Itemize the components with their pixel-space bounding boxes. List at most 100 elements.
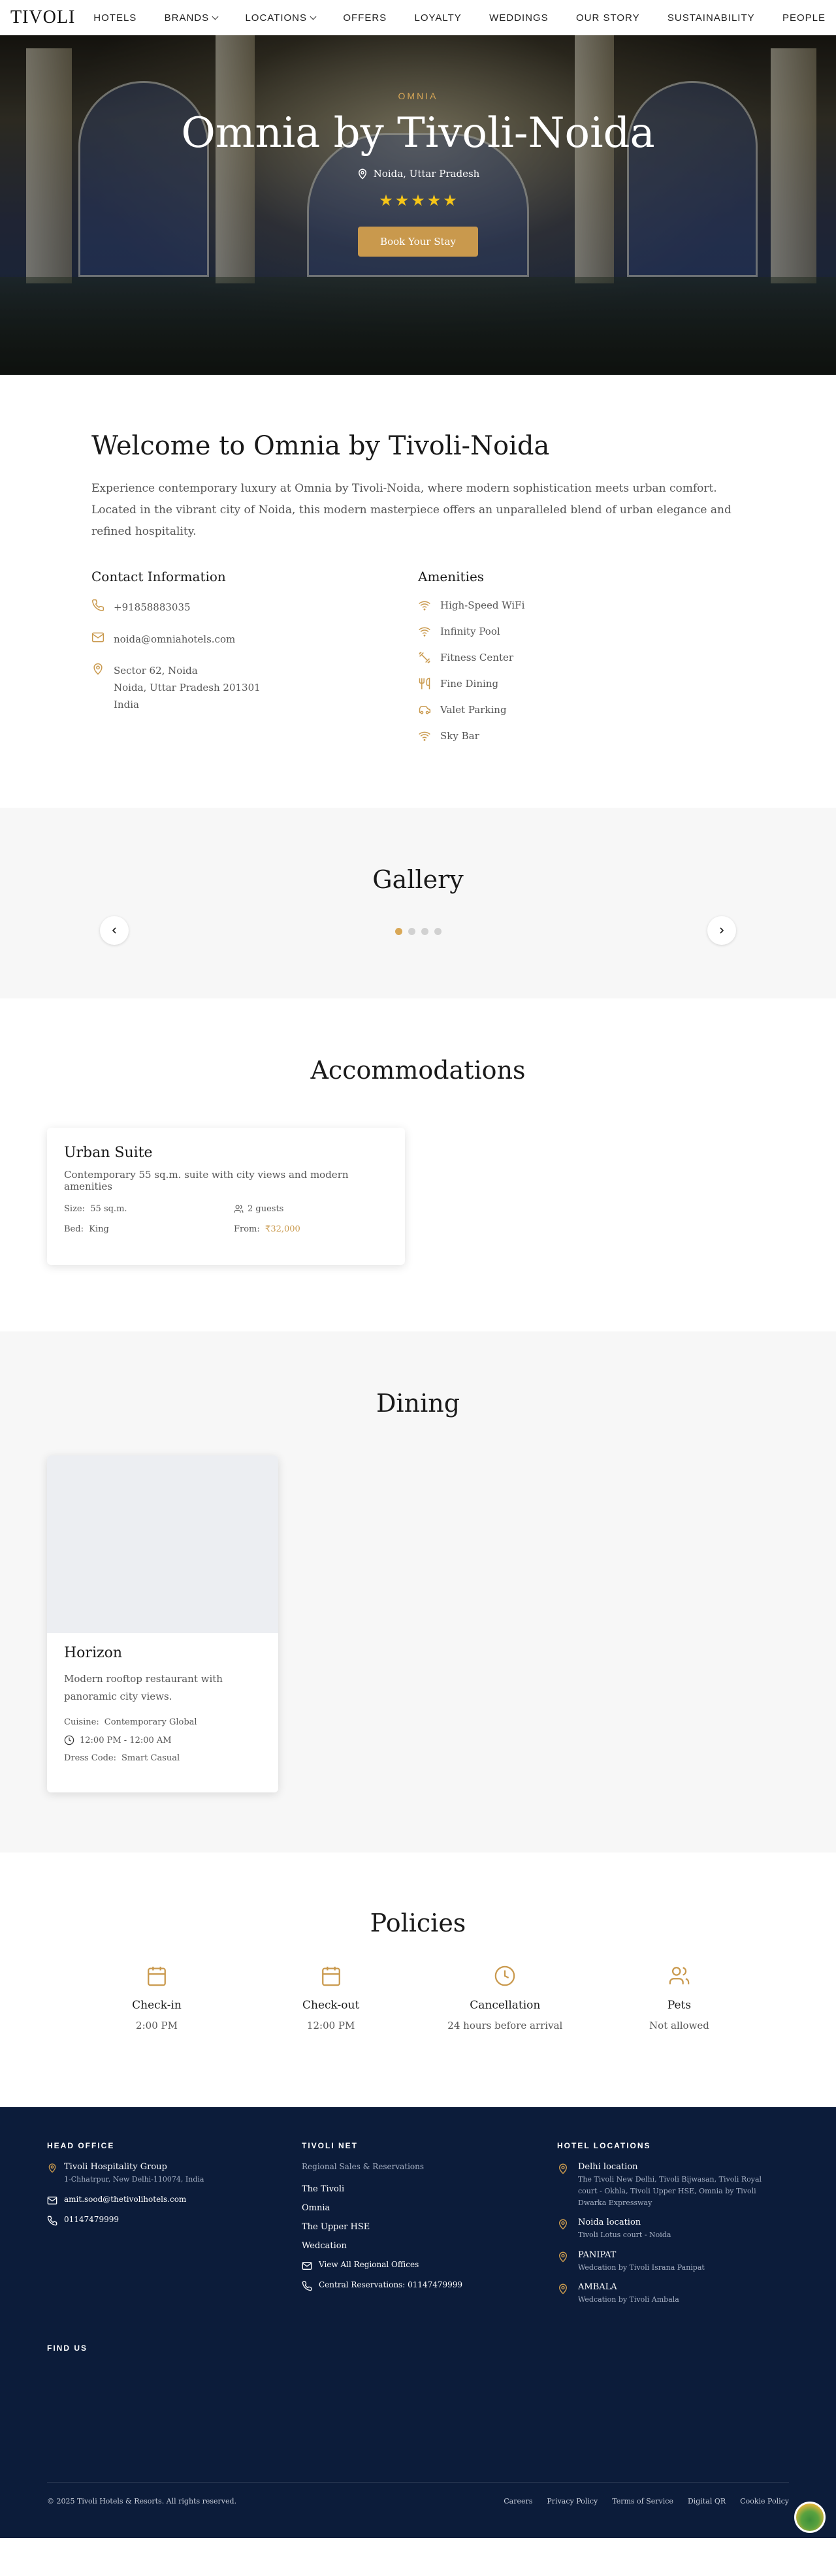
policy-title: Check-out	[302, 1999, 360, 2012]
nav-brands-label: BRANDS	[164, 12, 210, 24]
contact-phone[interactable]: +91858883035	[91, 599, 418, 616]
contact-email[interactable]: noida@omniahotels.com	[91, 631, 418, 648]
footer-location-item[interactable]: Noida location Tivoli Lotus court - Noida	[557, 2218, 779, 2241]
map-pin-icon	[558, 2219, 568, 2230]
footer-location-item[interactable]: PANIPAT Wedcation by Tivoli Israna Panipa…	[557, 2250, 779, 2274]
nav-loyalty[interactable]: LOYALTY	[415, 12, 462, 24]
footer-regional-offices-text: View All Regional Offices	[319, 2260, 419, 2270]
clock-icon	[495, 1966, 515, 1986]
room-guests: 2 guests	[234, 1204, 391, 1214]
footer-link-privacy-policy[interactable]: Privacy Policy	[547, 2497, 598, 2505]
policy-title: Cancellation	[470, 1999, 541, 2012]
footer-link-the-tivoli[interactable]: The Tivoli	[302, 2184, 498, 2194]
nav-locations[interactable]: LOCATIONS	[245, 12, 317, 24]
nav-brands[interactable]: BRANDS	[164, 12, 219, 24]
policies-title: Policies	[370, 1909, 466, 1938]
nav-hotels-label: HOTELS	[93, 12, 137, 24]
nav-our-story-label: OUR STORY	[575, 12, 640, 24]
restaurant-card[interactable]: Horizon Modern rooftop restaurant with p…	[47, 1455, 278, 1793]
footer-link-digital-qr[interactable]: Digital QR	[688, 2497, 726, 2505]
footer-email[interactable]: amit.sood@thetivolihotels.com	[47, 2195, 308, 2206]
nav-sustainability[interactable]: SUSTAINABILITY	[667, 12, 755, 24]
nav-sustainability-label: SUSTAINABILITY	[667, 12, 755, 24]
footer-link-terms-of-service[interactable]: Terms of Service	[612, 2497, 673, 2505]
map-pin-icon	[558, 2251, 568, 2263]
nav-weddings[interactable]: WEDDINGS	[489, 12, 549, 24]
policy-value: 12:00 PM	[306, 2020, 355, 2032]
gallery-dot[interactable]	[434, 928, 442, 936]
footer-link-omnia[interactable]: Omnia	[302, 2203, 498, 2213]
welcome-intro: Experience contemporary luxury at Omnia …	[91, 482, 732, 539]
gallery-dot[interactable]	[408, 928, 415, 936]
nav-offers[interactable]: OFFERS	[343, 12, 387, 24]
chat-widget-button[interactable]	[794, 2502, 826, 2534]
mail-icon	[91, 632, 104, 643]
footer-link-cookie-policy[interactable]: Cookie Policy	[740, 2497, 789, 2505]
contact-phone-text: +91858883035	[114, 601, 191, 614]
restaurant-dress-code: Dress Code: Smart Casual	[64, 1753, 261, 1763]
location-title: Delhi location	[578, 2162, 638, 2172]
amenity-label: Infinity Pool	[440, 626, 500, 638]
nav-people[interactable]: PEOPLE	[782, 12, 826, 24]
footer-hotel-locations: HOTEL LOCATIONS Delhi location The Tivoli…	[557, 2141, 779, 2315]
footer-legal-links: Careers Privacy Policy Terms of Service …	[504, 2497, 789, 2505]
chevron-down-icon	[310, 13, 317, 20]
utensils-icon	[419, 678, 430, 690]
footer-bottom-bar: © 2025 Tivoli Hotels & Resorts. All righ…	[47, 2482, 789, 2505]
amenity-label: Fitness Center	[440, 652, 514, 664]
page-title: Omnia by Tivoli-Noida	[181, 109, 655, 157]
accommodations-title: Accommodations	[310, 1056, 526, 1085]
room-guests-value: 2 guests	[248, 1204, 284, 1215]
footer-central-reservations[interactable]: Central Reservations: 01147479999	[302, 2280, 498, 2291]
gallery-dot[interactable]	[394, 928, 402, 936]
gallery-section: Gallery	[0, 808, 836, 999]
address-line: Sector 62, Noida	[114, 664, 198, 676]
gallery-dot[interactable]	[421, 928, 428, 936]
contact-email-text: noida@omniahotels.com	[114, 633, 236, 645]
policy-title: Check-in	[132, 1999, 182, 2012]
footer-phone[interactable]: 01147479999	[47, 2215, 308, 2226]
room-size: Size: 55 sq.m.	[64, 1204, 234, 1214]
gallery-pagination	[0, 928, 836, 936]
clock-icon	[64, 1736, 74, 1745]
mail-icon	[47, 2197, 57, 2205]
amenities: Amenities High-Speed WiFi Infinity Pool …	[418, 569, 745, 755]
footer-link-the-upper-hse[interactable]: The Upper HSE	[302, 2222, 498, 2232]
dress-code-value: Smart Casual	[121, 1753, 180, 1764]
brand-logo[interactable]: TIVOLI	[10, 7, 75, 28]
map-pin-icon	[358, 168, 366, 180]
book-your-stay-button[interactable]: Book Your Stay	[358, 227, 478, 257]
policy-cancellation: Cancellation 24 hours before arrival	[426, 1965, 583, 2031]
policy-pets: Pets Not allowed	[601, 1965, 758, 2031]
footer-link-wedcation[interactable]: Wedcation	[302, 2241, 498, 2251]
nav-offers-label: OFFERS	[343, 12, 387, 24]
footer-regional-offices[interactable]: View All Regional Offices	[302, 2260, 498, 2271]
footer-phone-text: 01147479999	[64, 2215, 119, 2225]
calendar-icon	[148, 1967, 166, 1986]
location-title: Noida location	[578, 2218, 641, 2228]
map-pin-icon	[93, 663, 103, 675]
footer-location-item[interactable]: AMBALA Wedcation by Tivoli Ambala	[557, 2282, 779, 2306]
room-card[interactable]: Urban Suite Contemporary 55 sq.m. suite …	[47, 1128, 405, 1265]
footer-heading: TIVOLI NET	[302, 2141, 358, 2151]
nav-people-label: PEOPLE	[782, 12, 826, 24]
address-line: India	[114, 699, 139, 711]
footer-tivoli-net: TIVOLI NET Regional Sales & Reservations…	[302, 2141, 498, 2300]
map-pin-icon	[558, 2283, 568, 2295]
footer-link-careers[interactable]: Careers	[504, 2497, 532, 2505]
contact-information: Contact Information +91858883035 noida@o…	[91, 569, 418, 755]
dress-code-label: Dress Code:	[64, 1753, 116, 1764]
room-bed-value: King	[89, 1224, 109, 1235]
amenity-label: Sky Bar	[440, 730, 479, 742]
policy-value: 2:00 PM	[136, 2020, 178, 2032]
mail-icon	[302, 2262, 312, 2270]
footer-location-item[interactable]: Delhi location The Tivoli New Delhi, Tivo…	[557, 2162, 779, 2208]
nav-our-story[interactable]: OUR STORY	[576, 12, 640, 24]
star-icon: ★	[411, 191, 425, 210]
restaurant-cuisine: Cuisine: Contemporary Global	[64, 1717, 261, 1727]
policy-check-in: Check-in 2:00 PM	[78, 1965, 235, 2031]
policy-title: Pets	[667, 1999, 692, 2012]
star-icon: ★	[379, 191, 393, 210]
nav-hotels[interactable]: HOTELS	[93, 12, 137, 24]
amenity-item: Fitness Center	[418, 651, 745, 664]
